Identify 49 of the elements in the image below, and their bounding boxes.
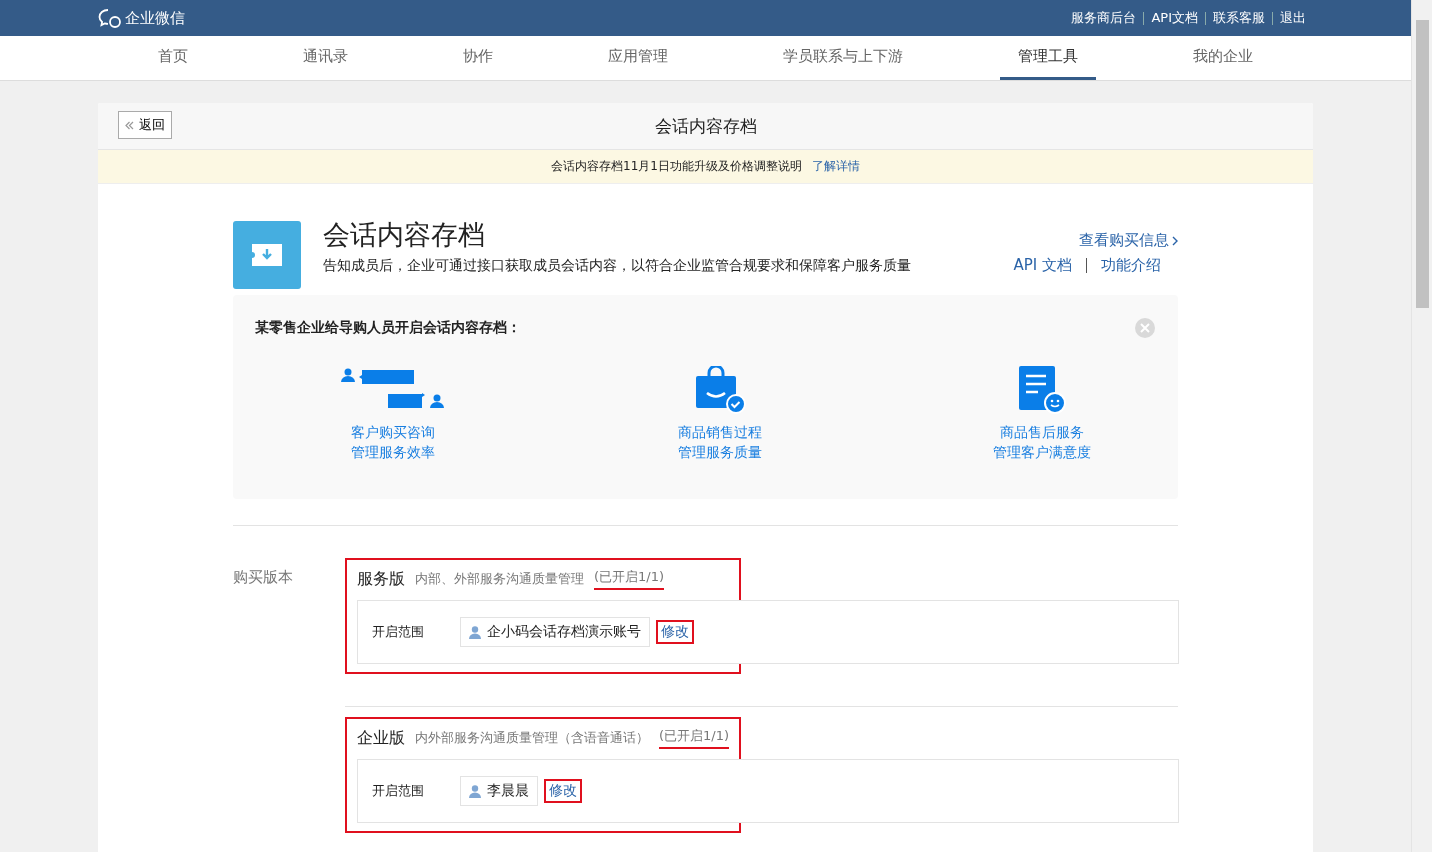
shopping-bag-icon	[693, 366, 746, 414]
nav-tab[interactable]: 协作	[444, 36, 511, 80]
app-name: 会话内容存档	[323, 218, 486, 252]
nav-tab[interactable]: 首页	[139, 36, 206, 80]
plan-description: 内部、外部服务沟通质量管理	[415, 570, 584, 588]
notice-text: 会话内容存档11月1日功能升级及价格调整说明	[551, 158, 802, 175]
close-icon[interactable]	[1134, 317, 1156, 339]
top-link[interactable]: 服务商后台	[1064, 9, 1144, 27]
back-button[interactable]: 返回	[118, 111, 172, 139]
edit-link[interactable]: 修改	[656, 620, 694, 644]
chevron-right-icon	[1172, 235, 1178, 246]
card-title: 会话内容存档	[654, 114, 757, 138]
nav-tab[interactable]: 我的企业	[1175, 36, 1272, 80]
nav-tab[interactable]: 应用管理	[590, 36, 686, 80]
doc-link[interactable]: 功能介绍	[1101, 256, 1161, 275]
member-name: 企小码会话存档演示账号	[487, 623, 641, 641]
plan-name: 服务版	[357, 568, 405, 590]
nav-tab[interactable]: 管理工具	[1000, 36, 1097, 80]
plan-description: 内外部服务沟通质量管理（含语音通话）	[415, 729, 649, 747]
plan-status: (已开启1/1)	[594, 568, 665, 590]
top-link[interactable]: 退出	[1273, 9, 1313, 27]
doc-link[interactable]: API 文档	[1013, 256, 1072, 275]
scrollbar-thumb[interactable]	[1416, 20, 1429, 308]
person-icon	[469, 625, 481, 639]
top-link[interactable]: API文档	[1144, 9, 1205, 27]
scope-label: 开启范围	[372, 782, 425, 800]
scrollbar[interactable]	[1411, 0, 1432, 852]
example-caption: 商品售后服务 管理客户满意度	[993, 423, 1091, 462]
details-link[interactable]: 了解详情	[811, 158, 860, 175]
plan-status: (已开启1/1)	[659, 727, 730, 749]
chat-bubbles-icon	[98, 8, 122, 28]
plan-name: 企业版	[357, 727, 405, 749]
purchase-info-link[interactable]: 查看购买信息	[1079, 231, 1178, 250]
section-label: 购买版本	[233, 567, 294, 588]
app-description: 告知成员后，企业可通过接口获取成员会话内容，以符合企业监管合规要求和保障客户服务质量	[323, 257, 912, 275]
example-caption: 商品销售过程 管理服务质量	[677, 423, 762, 462]
scope-label: 开启范围	[372, 623, 425, 641]
edit-link[interactable]: 修改	[544, 779, 582, 803]
document-smile-icon	[1017, 364, 1067, 414]
example-caption: 客户购买咨询 管理服务效率	[351, 423, 435, 462]
person-icon	[469, 784, 481, 798]
top-link[interactable]: 联系客服	[1206, 9, 1272, 27]
nav-tab[interactable]: 学员联系与上下游	[765, 36, 922, 80]
archive-icon	[233, 221, 301, 289]
nav-tab[interactable]: 通讯录	[284, 36, 366, 80]
double-chevron-left-icon	[125, 120, 134, 130]
logo-text: 企业微信	[125, 8, 185, 28]
example-title: 某零售企业给导购人员开启会话内容存档：	[255, 319, 521, 337]
member-name: 李晨晨	[487, 782, 529, 800]
